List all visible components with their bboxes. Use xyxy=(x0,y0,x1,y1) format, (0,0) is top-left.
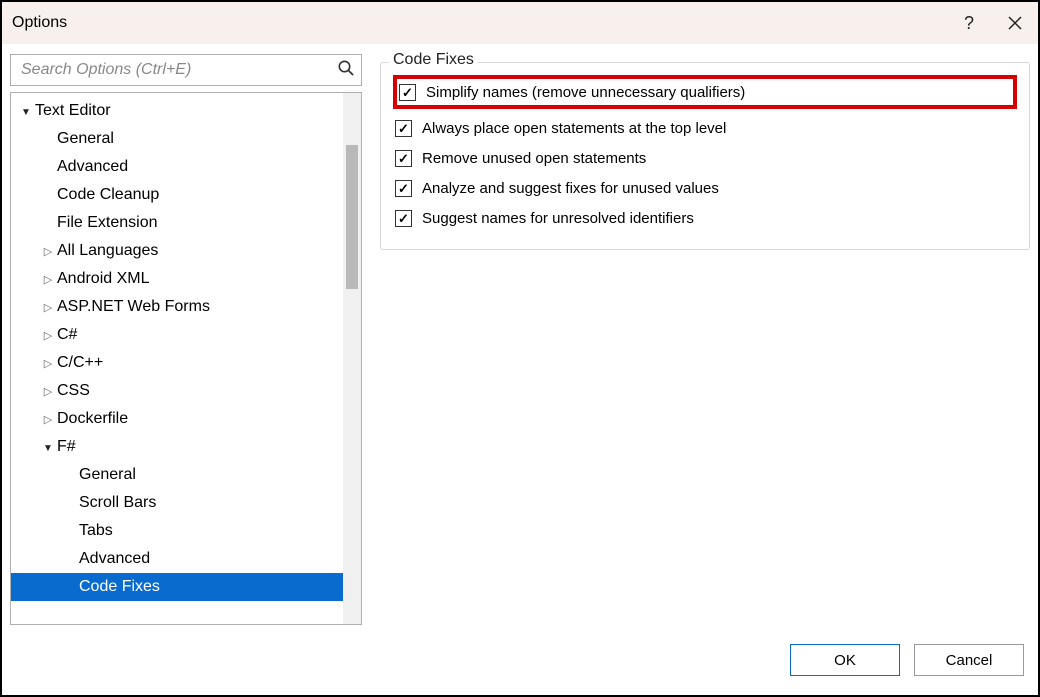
tree-item-label: Scroll Bars xyxy=(79,494,156,512)
chevron-right-icon[interactable] xyxy=(41,356,55,370)
option-label: Suggest names for unresolved identifiers xyxy=(422,210,694,227)
group-legend: Code Fixes xyxy=(389,51,478,69)
cancel-button[interactable]: Cancel xyxy=(914,644,1024,676)
help-button[interactable]: ? xyxy=(946,2,992,44)
tree-item-label: Tabs xyxy=(79,522,113,540)
tree-item-label: General xyxy=(79,466,136,484)
tree-item[interactable]: Text Editor xyxy=(11,97,343,125)
option-row[interactable]: Simplify names (remove unnecessary quali… xyxy=(395,77,1015,107)
option-label: Analyze and suggest fixes for unused val… xyxy=(422,180,719,197)
checkbox[interactable] xyxy=(395,120,412,137)
tree-item-label: General xyxy=(57,130,114,148)
tree-item-label: Android XML xyxy=(57,270,150,288)
chevron-right-icon[interactable] xyxy=(41,272,55,286)
search-input[interactable] xyxy=(19,60,337,80)
option-label: Always place open statements at the top … xyxy=(422,120,726,137)
tree-item[interactable]: C/C++ xyxy=(11,349,343,377)
code-fixes-group: Code Fixes Simplify names (remove unnece… xyxy=(380,62,1030,250)
tree-item-label: All Languages xyxy=(57,242,158,260)
tree-item[interactable]: Code Fixes xyxy=(11,573,343,601)
tree-item[interactable]: Scroll Bars xyxy=(11,489,343,517)
chevron-right-icon[interactable] xyxy=(41,328,55,342)
option-label: Remove unused open statements xyxy=(422,150,646,167)
dialog-footer: OK Cancel xyxy=(2,625,1038,695)
scrollbar-thumb[interactable] xyxy=(346,145,358,289)
tree-item[interactable]: Android XML xyxy=(11,265,343,293)
titlebar: Options ? xyxy=(2,2,1038,44)
options-tree[interactable]: Text Editor General Advanced Code Cleanup Fi… xyxy=(11,93,343,624)
tree-item[interactable]: F# xyxy=(11,433,343,461)
option-label: Simplify names (remove unnecessary quali… xyxy=(426,84,745,101)
tree-item[interactable]: CSS xyxy=(11,377,343,405)
tree-item-label: ASP.NET Web Forms xyxy=(57,298,210,316)
tree-item[interactable]: Code Cleanup xyxy=(11,181,343,209)
chevron-right-icon[interactable] xyxy=(41,300,55,314)
tree-item[interactable]: ASP.NET Web Forms xyxy=(11,293,343,321)
tree-item-label: Text Editor xyxy=(35,102,111,120)
tree-item[interactable]: All Languages xyxy=(11,237,343,265)
tree-item[interactable]: C# xyxy=(11,321,343,349)
tree-item[interactable]: Advanced xyxy=(11,545,343,573)
tree-item-label: CSS xyxy=(57,382,90,400)
tree-item-label: Advanced xyxy=(57,158,128,176)
tree-item[interactable]: General xyxy=(11,461,343,489)
search-icon[interactable] xyxy=(337,59,355,81)
option-row[interactable]: Suggest names for unresolved identifiers xyxy=(395,203,1015,233)
content-area: Text Editor General Advanced Code Cleanup Fi… xyxy=(2,44,1038,625)
scrollbar[interactable] xyxy=(343,93,361,624)
close-button[interactable] xyxy=(992,2,1038,44)
tree-container: Text Editor General Advanced Code Cleanup Fi… xyxy=(10,92,362,625)
tree-item-label: File Extension xyxy=(57,214,158,232)
tree-item-label: Code Fixes xyxy=(79,578,160,596)
window-title: Options xyxy=(12,14,67,32)
tree-item-label: C/C++ xyxy=(57,354,103,372)
chevron-right-icon[interactable] xyxy=(41,412,55,426)
tree-item-label: Dockerfile xyxy=(57,410,128,428)
options-list: Simplify names (remove unnecessary quali… xyxy=(395,77,1015,233)
window-controls: ? xyxy=(946,2,1038,44)
tree-item-label: Code Cleanup xyxy=(57,186,159,204)
search-box[interactable] xyxy=(10,54,362,86)
tree-item[interactable]: General xyxy=(11,125,343,153)
right-pane: Code Fixes Simplify names (remove unnece… xyxy=(380,54,1030,625)
option-row[interactable]: Remove unused open statements xyxy=(395,143,1015,173)
close-icon xyxy=(1008,16,1022,30)
option-row[interactable]: Analyze and suggest fixes for unused val… xyxy=(395,173,1015,203)
checkbox[interactable] xyxy=(395,180,412,197)
chevron-right-icon[interactable] xyxy=(41,384,55,398)
checkbox[interactable] xyxy=(399,84,416,101)
tree-item[interactable]: Advanced xyxy=(11,153,343,181)
tree-item[interactable]: File Extension xyxy=(11,209,343,237)
left-pane: Text Editor General Advanced Code Cleanup Fi… xyxy=(10,54,362,625)
option-row[interactable]: Always place open statements at the top … xyxy=(395,113,1015,143)
chevron-down-icon[interactable] xyxy=(41,440,55,454)
tree-item-label: C# xyxy=(57,326,77,344)
chevron-right-icon[interactable] xyxy=(41,244,55,258)
tree-item-label: Advanced xyxy=(79,550,150,568)
tree-item[interactable]: Tabs xyxy=(11,517,343,545)
checkbox[interactable] xyxy=(395,210,412,227)
ok-button[interactable]: OK xyxy=(790,644,900,676)
tree-item[interactable]: Dockerfile xyxy=(11,405,343,433)
checkbox[interactable] xyxy=(395,150,412,167)
tree-item-label: F# xyxy=(57,438,76,456)
chevron-down-icon[interactable] xyxy=(19,104,33,118)
